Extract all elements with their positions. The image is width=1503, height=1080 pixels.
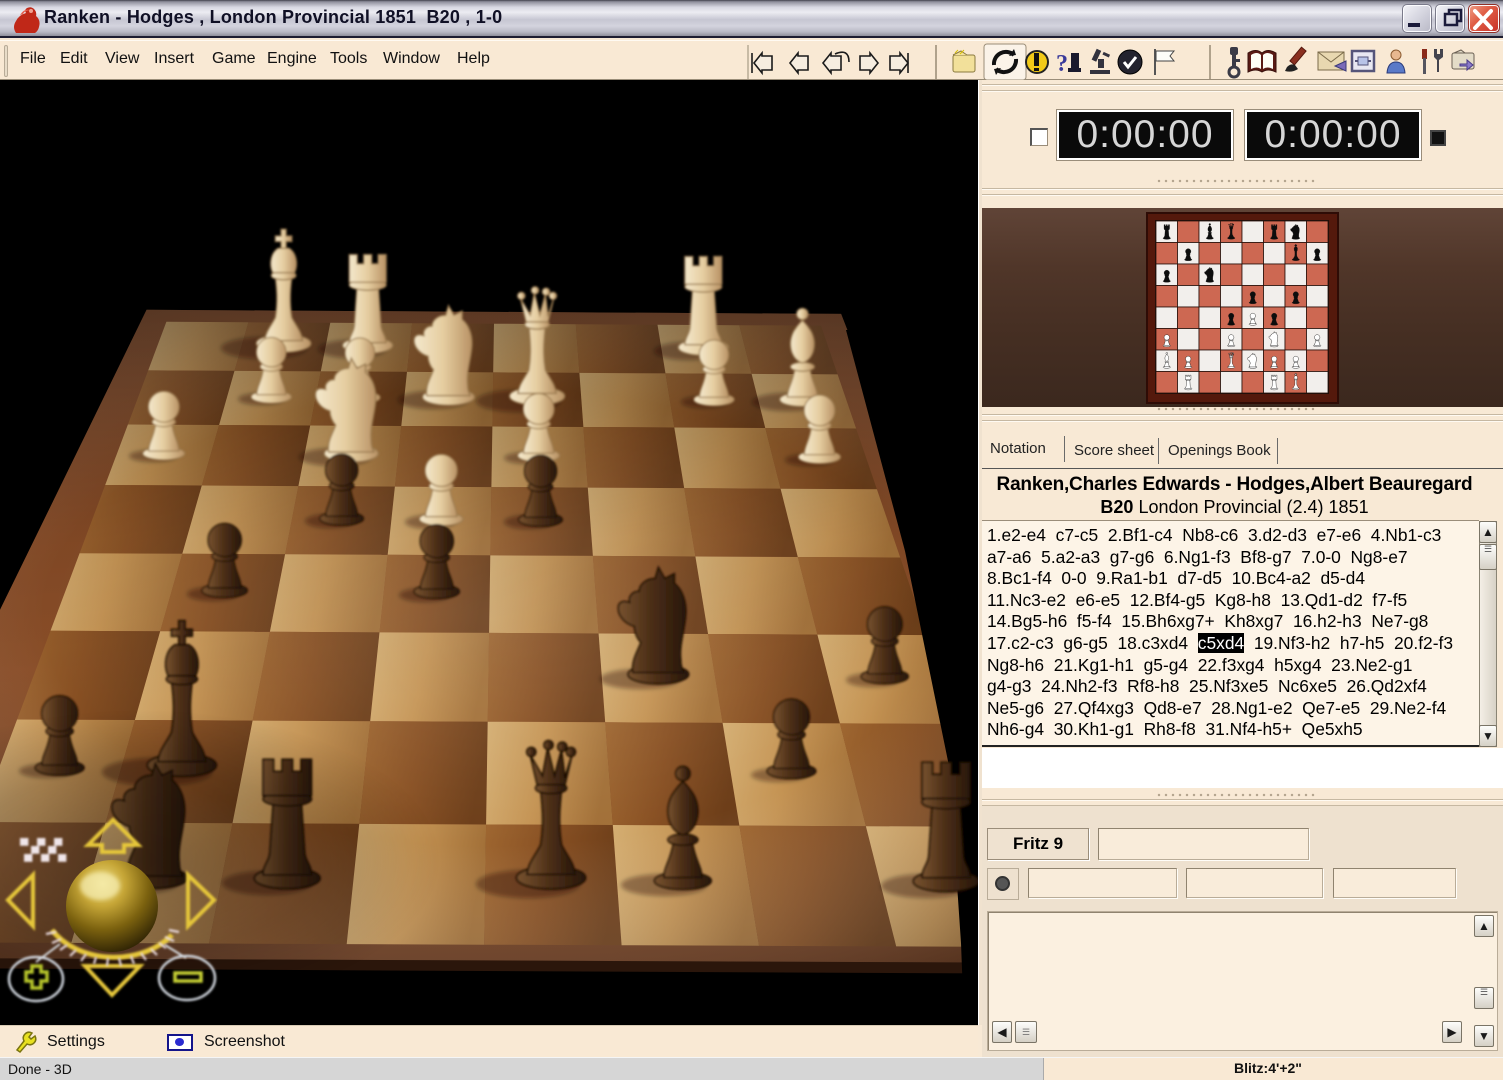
svg-text:?: ? xyxy=(1056,51,1068,77)
